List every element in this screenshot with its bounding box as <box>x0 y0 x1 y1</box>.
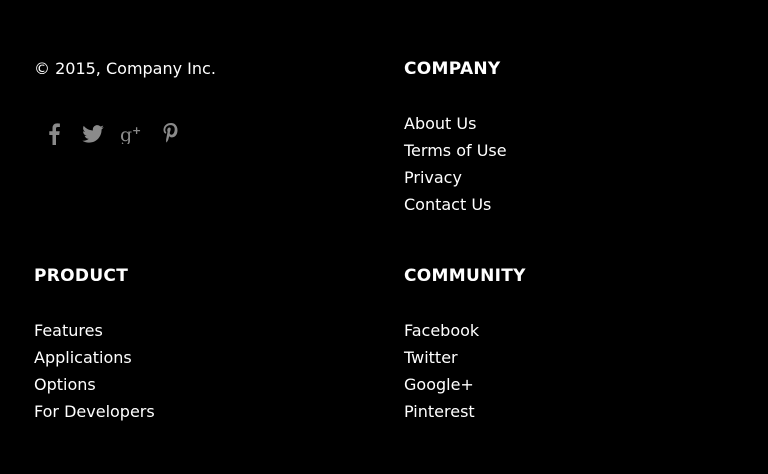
svg-text:+: + <box>132 124 141 137</box>
community-links: Facebook Twitter Google+ Pinterest <box>404 317 526 425</box>
list-item: About Us <box>404 110 507 137</box>
community-column: COMMUNITY Facebook Twitter Google+ Pinte… <box>404 265 526 425</box>
list-item: For Developers <box>34 398 155 425</box>
list-item: Facebook <box>404 317 526 344</box>
list-item: Contact Us <box>404 191 507 218</box>
privacy-link[interactable]: Privacy <box>404 168 462 187</box>
facebook-link[interactable]: Facebook <box>404 321 479 340</box>
company-links: About Us Terms of Use Privacy Contact Us <box>404 110 507 218</box>
options-link[interactable]: Options <box>34 375 96 394</box>
list-item: Applications <box>34 344 155 371</box>
list-item: Features <box>34 317 155 344</box>
list-item: Twitter <box>404 344 526 371</box>
company-column: COMPANY About Us Terms of Use Privacy Co… <box>404 58 507 218</box>
list-item: Terms of Use <box>404 137 507 164</box>
list-item: Pinterest <box>404 398 526 425</box>
product-heading: PRODUCT <box>34 266 129 286</box>
pinterest-link[interactable]: Pinterest <box>404 402 475 421</box>
product-links: Features Applications Options For Develo… <box>34 317 155 425</box>
list-item: Options <box>34 371 155 398</box>
about-us-link[interactable]: About Us <box>404 114 476 133</box>
twitter-link[interactable]: Twitter <box>404 348 458 367</box>
contact-us-link[interactable]: Contact Us <box>404 195 491 214</box>
list-item: Privacy <box>404 164 507 191</box>
for-developers-link[interactable]: For Developers <box>34 402 155 421</box>
company-heading: COMPANY <box>404 59 501 79</box>
features-link[interactable]: Features <box>34 321 103 340</box>
product-column: PRODUCT Features Applications Options Fo… <box>34 265 155 425</box>
terms-of-use-link[interactable]: Terms of Use <box>404 141 507 160</box>
list-item: Google+ <box>404 371 526 398</box>
facebook-icon[interactable] <box>40 120 68 148</box>
twitter-icon[interactable] <box>79 120 107 148</box>
google-plus-icon[interactable]: g + <box>118 120 146 148</box>
svg-text:g: g <box>120 124 132 144</box>
google-plus-link[interactable]: Google+ <box>404 375 474 394</box>
pinterest-icon[interactable] <box>157 120 185 148</box>
site-footer: © 2015, Company Inc. g + COMPANY About U… <box>0 0 768 474</box>
community-heading: COMMUNITY <box>404 266 526 286</box>
copyright-text: © 2015, Company Inc. <box>34 59 216 78</box>
social-links: g + <box>40 120 196 148</box>
applications-link[interactable]: Applications <box>34 348 132 367</box>
